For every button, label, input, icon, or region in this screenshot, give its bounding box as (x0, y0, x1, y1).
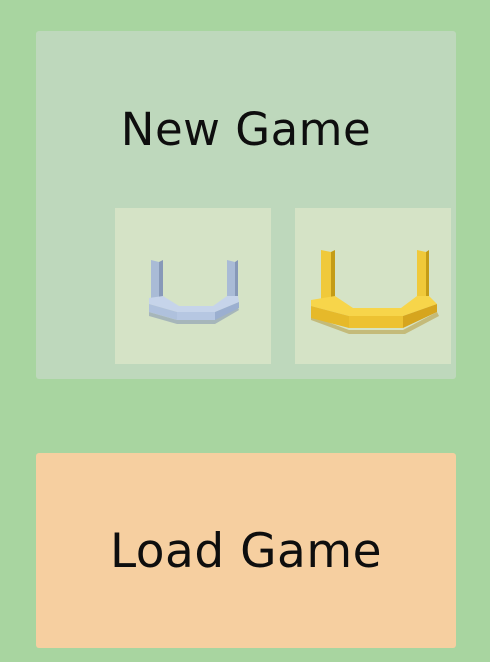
yellow-option-card[interactable] (295, 208, 451, 364)
new-game-panel: New Game (36, 31, 456, 379)
new-game-title: New Game (120, 103, 372, 156)
blue-basket-icon (149, 260, 239, 324)
load-game-label: Load Game (109, 524, 383, 579)
yellow-basket-icon (311, 250, 439, 334)
blue-option-card[interactable] (115, 208, 271, 364)
load-game-button[interactable]: Load Game (36, 453, 456, 648)
